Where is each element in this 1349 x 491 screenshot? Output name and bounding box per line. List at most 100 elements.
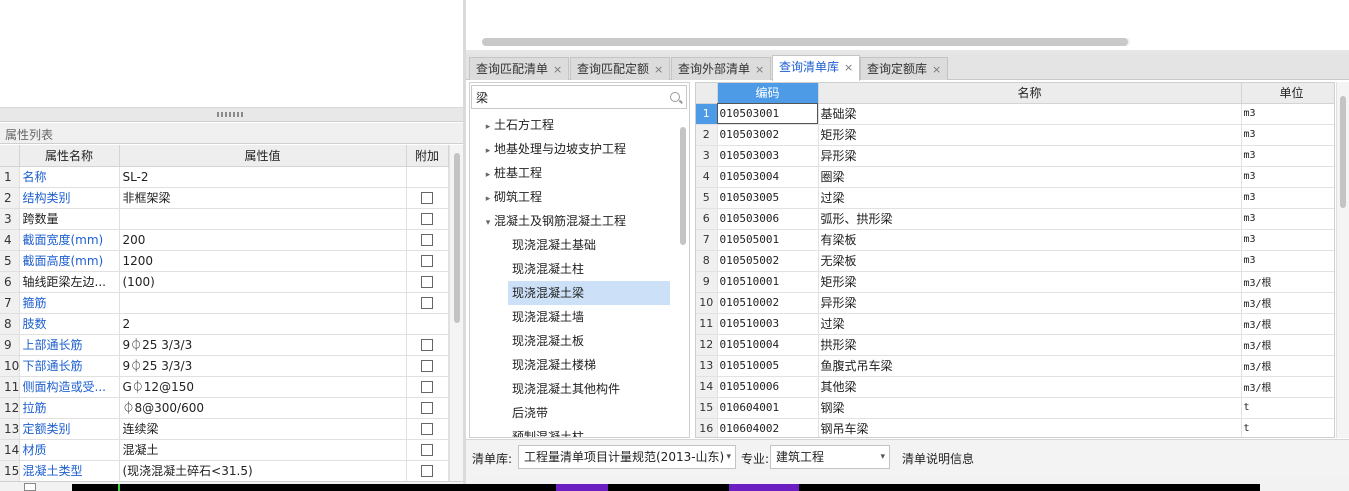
property-value[interactable]: SL-2 [119, 166, 407, 188]
grid-unit-cell[interactable]: m3 [1241, 187, 1334, 209]
property-name[interactable]: 拉筋 [19, 397, 120, 419]
grid-unit-cell[interactable]: m3 [1241, 124, 1334, 146]
property-value[interactable] [119, 208, 407, 230]
grid-unit-cell[interactable]: m3/根 [1241, 271, 1334, 293]
property-name[interactable]: 材质 [19, 439, 120, 461]
grid-code-cell[interactable]: 010503003 [717, 145, 819, 167]
property-extra-checkbox[interactable] [421, 297, 433, 309]
property-name[interactable]: 混凝土类型 [19, 460, 120, 482]
property-value[interactable]: 9⏀25 3/3/3 [119, 334, 407, 356]
grid-code-cell[interactable]: 010604002 [717, 418, 819, 437]
grid-row[interactable]: 6 010503006 弧形、拱形梁 m3 [696, 208, 1334, 230]
grid-unit-cell[interactable]: m3/根 [1241, 292, 1334, 314]
property-extra-checkbox[interactable] [421, 444, 433, 456]
tree-scrollbar[interactable] [678, 113, 688, 435]
property-row[interactable]: 15 混凝土类型 (现浇混凝土碎石<31.5) [0, 460, 449, 482]
grid-name-cell[interactable]: 其他梁 [818, 376, 1242, 398]
tab-3[interactable]: 查询外部清单 × [671, 57, 772, 80]
property-scrollbar-thumb[interactable] [454, 153, 460, 323]
grid-code-cell[interactable]: 010503004 [717, 166, 819, 188]
grid-unit-cell[interactable]: m3/根 [1241, 355, 1334, 377]
property-extra-checkbox[interactable] [421, 465, 433, 477]
expand-arrow-icon[interactable]: ▾ [482, 211, 494, 235]
property-extra-checkbox[interactable] [421, 255, 433, 267]
grid-row[interactable]: 13 010510005 鱼腹式吊车梁 m3/根 [696, 355, 1334, 377]
property-row[interactable]: 10 下部通长筋 9⏀25 3/3/3 [0, 355, 449, 377]
tab-5[interactable]: 查询定额库 × [860, 57, 949, 80]
tree-node[interactable]: 现浇混凝土板 [470, 329, 676, 353]
property-name[interactable]: 结构类别 [19, 187, 120, 209]
property-row[interactable]: 13 定额类别 连续梁 [0, 418, 449, 440]
grid-scrollbar[interactable] [1336, 82, 1349, 438]
property-row[interactable]: 7 箍筋 [0, 292, 449, 314]
property-extra-header[interactable]: 附加 [406, 145, 449, 167]
property-row[interactable]: 6 轴线距梁左边... (100) [0, 271, 449, 293]
grid-unit-cell[interactable]: m3 [1241, 208, 1334, 230]
tree-node[interactable]: 现浇混凝土梁 [470, 281, 676, 305]
search-input[interactable] [476, 88, 656, 106]
tree-node[interactable]: 预制混凝土柱 [470, 425, 676, 437]
property-scrollbar[interactable] [449, 145, 463, 481]
tree-node[interactable]: 现浇混凝土墙 [470, 305, 676, 329]
tree-node[interactable]: 现浇混凝土柱 [470, 257, 676, 281]
property-name[interactable]: 箍筋 [19, 292, 120, 314]
grid-row[interactable]: 7 010505001 有梁板 m3 [696, 229, 1334, 251]
specialty-select[interactable]: 建筑工程 ▾ [770, 445, 890, 469]
grid-name-cell[interactable]: 弧形、拱形梁 [818, 208, 1242, 230]
chevron-down-icon[interactable]: ▾ [880, 446, 885, 468]
grid-code-cell[interactable]: 010503001 [717, 103, 819, 125]
property-extra-checkbox[interactable] [421, 402, 433, 414]
grid-name-cell[interactable]: 钢吊车梁 [818, 418, 1242, 437]
grid-row[interactable]: 11 010510003 过梁 m3/根 [696, 313, 1334, 335]
grid-scrollbar-thumb[interactable] [1340, 96, 1346, 208]
grid-unit-cell[interactable]: m3 [1241, 250, 1334, 272]
mini-checkbox[interactable] [24, 483, 36, 491]
grid-code-cell[interactable]: 010510003 [717, 313, 819, 335]
grid-name-cell[interactable]: 过梁 [818, 313, 1242, 335]
grid-unit-cell[interactable]: m3 [1241, 166, 1334, 188]
grid-name-cell[interactable]: 矩形梁 [818, 271, 1242, 293]
grid-name-cell[interactable]: 基础梁 [818, 103, 1242, 125]
property-value[interactable]: 2 [119, 313, 407, 335]
grid-name-cell[interactable]: 异形梁 [818, 145, 1242, 167]
grid-code-header[interactable]: 编码 [717, 83, 819, 104]
expand-arrow-icon[interactable]: ▸ [482, 115, 494, 139]
grid-unit-cell[interactable]: m3 [1241, 145, 1334, 167]
bill-info-label[interactable]: 清单说明信息 [902, 450, 974, 467]
search-box[interactable] [471, 85, 687, 109]
property-value[interactable]: 200 [119, 229, 407, 251]
property-extra-checkbox[interactable] [421, 213, 433, 225]
grid-unit-cell[interactable]: t [1241, 418, 1334, 437]
property-value[interactable]: 混凝土 [119, 439, 407, 461]
grid-name-cell[interactable]: 拱形梁 [818, 334, 1242, 356]
grid-code-cell[interactable]: 010510005 [717, 355, 819, 377]
grid-row[interactable]: 5 010503005 过梁 m3 [696, 187, 1334, 209]
grid-row[interactable]: 9 010510001 矩形梁 m3/根 [696, 271, 1334, 293]
property-row[interactable]: 14 材质 混凝土 [0, 439, 449, 461]
search-icon[interactable] [670, 92, 680, 102]
grid-code-cell[interactable]: 010505001 [717, 229, 819, 251]
grid-code-cell[interactable]: 010510004 [717, 334, 819, 356]
expand-arrow-icon[interactable]: ▸ [482, 139, 494, 163]
property-row[interactable]: 2 结构类别 非框架梁 [0, 187, 449, 209]
tree-node[interactable]: ▸ 砌筑工程 [470, 185, 676, 209]
grid-name-cell[interactable]: 圈梁 [818, 166, 1242, 188]
property-value[interactable]: 9⏀25 3/3/3 [119, 355, 407, 377]
close-icon[interactable]: × [755, 63, 764, 76]
tab-2[interactable]: 查询匹配定额 × [570, 57, 671, 80]
expand-arrow-icon[interactable]: ▸ [482, 163, 494, 187]
grid-row[interactable]: 16 010604002 钢吊车梁 t [696, 418, 1334, 437]
tree-node[interactable]: ▸ 桩基工程 [470, 161, 676, 185]
close-icon[interactable]: × [553, 63, 562, 76]
panel-splitter[interactable] [0, 108, 463, 122]
property-extra-checkbox[interactable] [421, 360, 433, 372]
tab-4[interactable]: 查询清单库 × [772, 55, 861, 81]
grid-code-cell[interactable]: 010510002 [717, 292, 819, 314]
grid-row[interactable]: 3 010503003 异形梁 m3 [696, 145, 1334, 167]
property-value[interactable]: ⏀8@300/600 [119, 397, 407, 419]
property-row[interactable]: 3 跨数量 [0, 208, 449, 230]
property-value[interactable]: 非框架梁 [119, 187, 407, 209]
property-extra-checkbox[interactable] [421, 381, 433, 393]
property-name[interactable]: 侧面构造或受... [19, 376, 120, 398]
grid-name-cell[interactable]: 过梁 [818, 187, 1242, 209]
